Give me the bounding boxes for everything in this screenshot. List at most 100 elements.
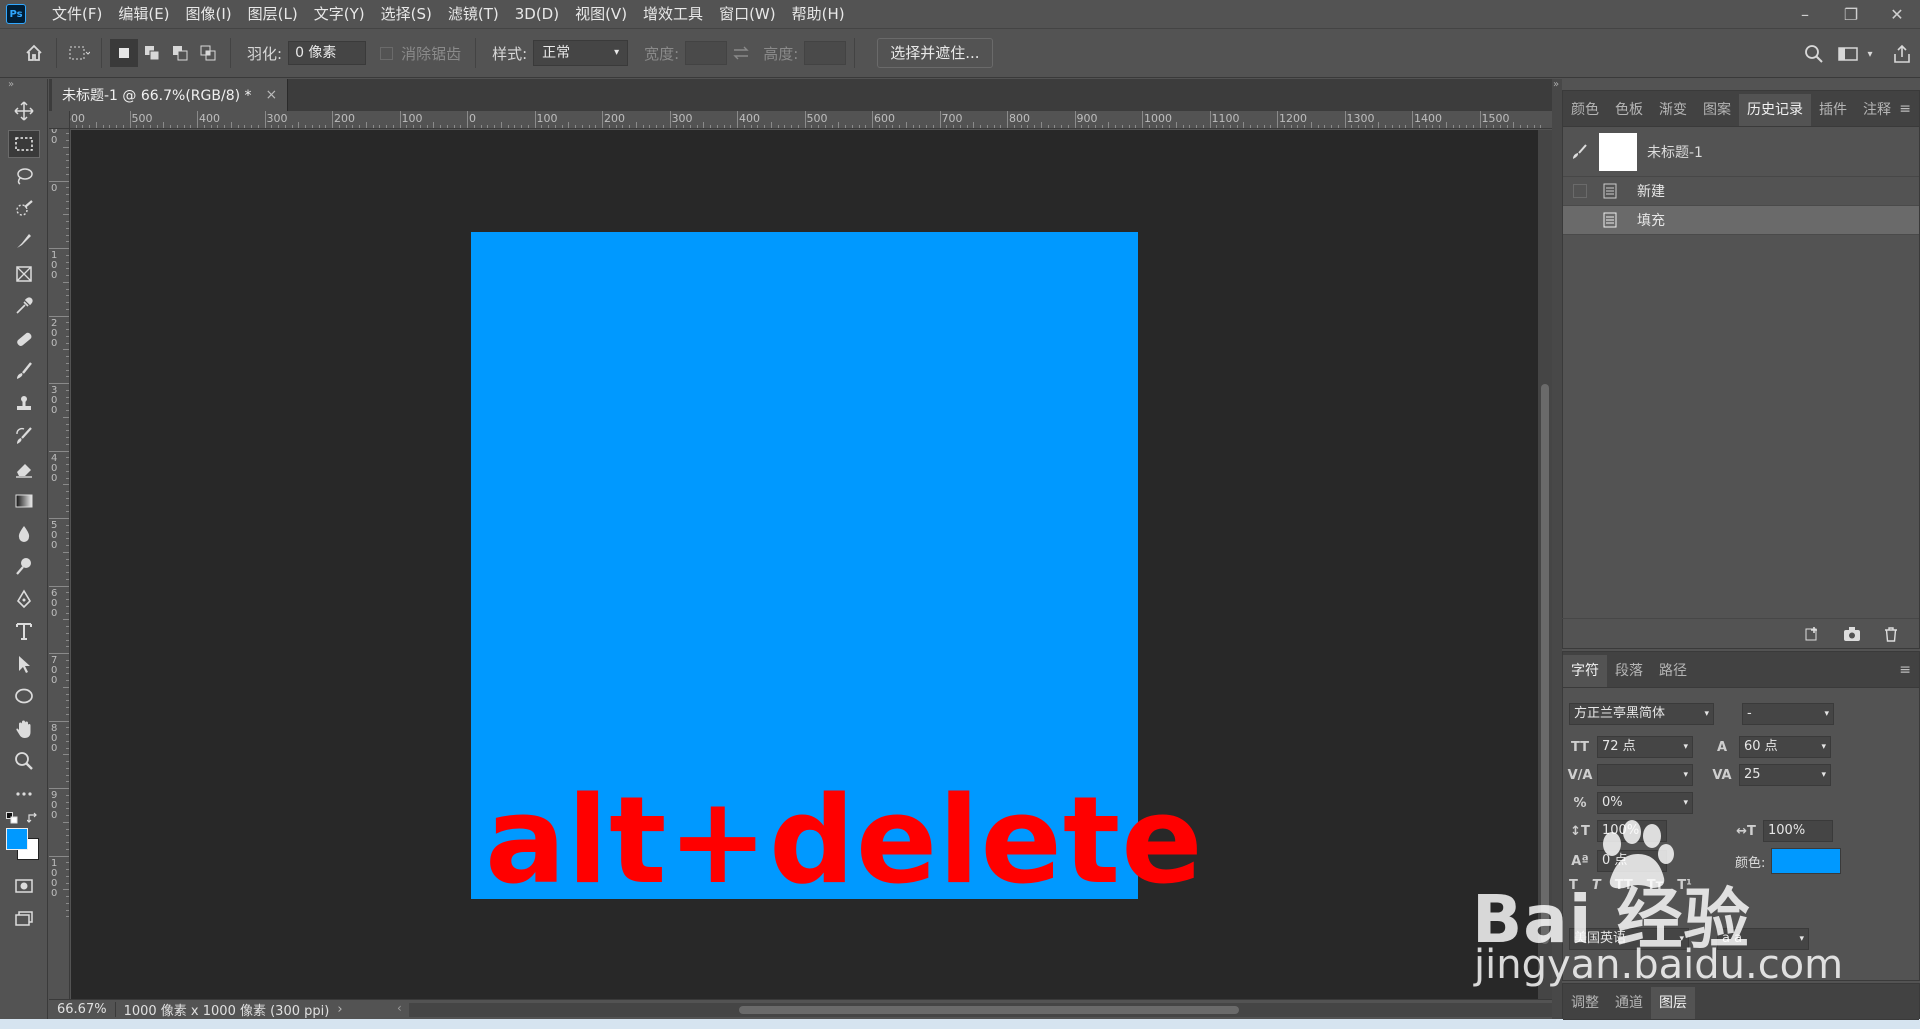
vertical-scroll-thumb[interactable]: [1541, 384, 1549, 944]
tab-swatches[interactable]: 色板: [1607, 94, 1651, 126]
tracking-field[interactable]: 25 ▾: [1739, 764, 1831, 786]
tab-adjustments[interactable]: 调整: [1563, 987, 1607, 1019]
default-colors-icon[interactable]: [6, 812, 18, 824]
crop-tool[interactable]: [0, 225, 48, 258]
healing-brush-tool[interactable]: [0, 323, 48, 356]
panel-collapse-strip[interactable]: »: [1552, 79, 1562, 1019]
tab-plugins[interactable]: 插件: [1811, 94, 1855, 126]
path-selection-tool[interactable]: [0, 648, 48, 681]
restore-button[interactable]: ❐: [1828, 0, 1874, 28]
tab-paths[interactable]: 路径: [1651, 655, 1695, 687]
style-select[interactable]: 正常 ▾: [533, 40, 629, 66]
frame-tool[interactable]: [0, 258, 48, 291]
dodge-tool[interactable]: [0, 550, 48, 583]
quick-mask-button[interactable]: [0, 870, 48, 903]
new-document-from-state-icon[interactable]: [1803, 626, 1821, 642]
pen-tool[interactable]: [0, 583, 48, 616]
toolbar-collapse-icon[interactable]: »: [0, 79, 47, 95]
history-brush-tool[interactable]: [0, 420, 48, 453]
language-select[interactable]: 美国英语 ▾: [1569, 928, 1689, 950]
zoom-level[interactable]: 66.67%: [49, 1002, 116, 1017]
tab-gradients[interactable]: 渐变: [1651, 94, 1695, 126]
brush-tool[interactable]: [0, 355, 48, 388]
select-and-mask-button[interactable]: 选择并遮住...: [877, 38, 993, 68]
faux-bold-button[interactable]: T: [1569, 878, 1578, 893]
zoom-tool[interactable]: [0, 745, 48, 778]
horizontal-scale-field[interactable]: 100%: [1763, 820, 1833, 842]
history-step-selected[interactable]: 填充: [1563, 206, 1919, 235]
swap-colors-icon[interactable]: [27, 812, 39, 824]
panel-menu-icon[interactable]: ≡: [1899, 662, 1911, 678]
trash-icon[interactable]: [1883, 626, 1899, 642]
menu-filter[interactable]: 滤镜(T): [440, 0, 507, 28]
tab-paragraph[interactable]: 段落: [1607, 655, 1651, 687]
width-input[interactable]: [685, 41, 728, 65]
add-selection-icon[interactable]: [138, 39, 166, 67]
menu-layer[interactable]: 图层(L): [240, 0, 306, 28]
home-icon[interactable]: [20, 39, 48, 67]
panel-menu-icon[interactable]: ≡: [1899, 101, 1911, 117]
superscript-button[interactable]: T¹: [1677, 878, 1692, 893]
text-color-swatch[interactable]: [1771, 848, 1842, 874]
foreground-color-swatch[interactable]: [6, 828, 28, 850]
history-step[interactable]: 新建: [1563, 177, 1919, 206]
tab-layers[interactable]: 图层: [1651, 987, 1695, 1019]
tab-notes[interactable]: 注释: [1855, 94, 1899, 126]
tab-color[interactable]: 颜色: [1563, 94, 1607, 126]
document-tab[interactable]: 未标题-1 @ 66.7%(RGB/8) * ×: [52, 79, 289, 111]
close-window-button[interactable]: ✕: [1874, 0, 1920, 28]
antialias-checkbox[interactable]: [380, 46, 394, 60]
gradient-tool[interactable]: [0, 485, 48, 518]
tab-channels[interactable]: 通道: [1607, 987, 1651, 1019]
leading-field[interactable]: 60 点 ▾: [1739, 736, 1831, 758]
subtract-selection-icon[interactable]: [166, 39, 194, 67]
workspace-chevron-icon[interactable]: ▾: [1862, 40, 1878, 68]
eraser-tool[interactable]: [0, 453, 48, 486]
font-family-select[interactable]: 方正兰亭黑简体 ▾: [1569, 703, 1714, 725]
vertical-scrollbar[interactable]: [1538, 130, 1552, 999]
hand-tool[interactable]: [0, 713, 48, 746]
canvas-text-layer[interactable]: alt+delete: [485, 772, 1204, 912]
baseline-shift-field[interactable]: 0 点: [1597, 850, 1667, 872]
menu-window[interactable]: 窗口(W): [711, 0, 784, 28]
faux-italic-button[interactable]: T: [1592, 878, 1601, 893]
menu-3d[interactable]: 3D(D): [507, 0, 567, 28]
menu-type[interactable]: 文字(Y): [306, 0, 373, 28]
vertical-ruler[interactable]: 1 0 0 0 1 0 0 2 0 0 3 0 0 4 0 0 5 0 0 6 0 0 7 0 …: [49, 129, 70, 999]
history-step-checkbox[interactable]: [1573, 213, 1587, 227]
font-style-select[interactable]: - ▾: [1742, 703, 1834, 725]
font-size-field[interactable]: 72 点 ▾: [1597, 736, 1693, 758]
menu-select[interactable]: 选择(S): [373, 0, 440, 28]
clone-stamp-tool[interactable]: [0, 388, 48, 421]
move-tool[interactable]: [0, 95, 48, 128]
horizontal-scrollbar[interactable]: ‹ ›: [397, 1001, 1581, 1017]
tab-patterns[interactable]: 图案: [1695, 94, 1739, 126]
type-tool[interactable]: [0, 615, 48, 648]
menu-plugins[interactable]: 增效工具: [635, 0, 711, 28]
menu-help[interactable]: 帮助(H): [784, 0, 853, 28]
expand-panels-icon[interactable]: »: [1553, 79, 1559, 90]
tab-history[interactable]: 历史记录: [1739, 94, 1811, 126]
eyedropper-tool[interactable]: [0, 290, 48, 323]
status-expand-icon[interactable]: ›: [337, 1002, 342, 1017]
tab-character[interactable]: 字符: [1563, 655, 1607, 687]
document-canvas[interactable]: alt+delete: [471, 232, 1203, 911]
all-caps-button[interactable]: TT: [1615, 878, 1633, 893]
swap-dimensions-icon[interactable]: [727, 39, 755, 67]
workspace-icon[interactable]: [1834, 40, 1862, 68]
scroll-left-icon[interactable]: ‹: [397, 1001, 402, 1015]
menu-view[interactable]: 视图(V): [567, 0, 635, 28]
more-tools[interactable]: [0, 778, 48, 811]
canvas-workspace[interactable]: alt+delete: [71, 130, 1538, 999]
horizontal-ruler[interactable]: 6005004003002001000100200300400500600700…: [70, 111, 1552, 129]
quick-selection-tool[interactable]: [0, 193, 48, 226]
menu-file[interactable]: 文件(F): [44, 0, 110, 28]
blur-tool[interactable]: [0, 518, 48, 551]
menu-image[interactable]: 图像(I): [178, 0, 240, 28]
horizontal-scroll-thumb[interactable]: [739, 1006, 1239, 1014]
antialias-select[interactable]: a a ▾: [1717, 928, 1809, 950]
vertical-scale-field[interactable]: 100%: [1597, 820, 1667, 842]
marquee-preset-icon[interactable]: [65, 39, 93, 67]
share-icon[interactable]: [1888, 40, 1916, 68]
history-snapshot[interactable]: 未标题-1: [1563, 127, 1919, 177]
